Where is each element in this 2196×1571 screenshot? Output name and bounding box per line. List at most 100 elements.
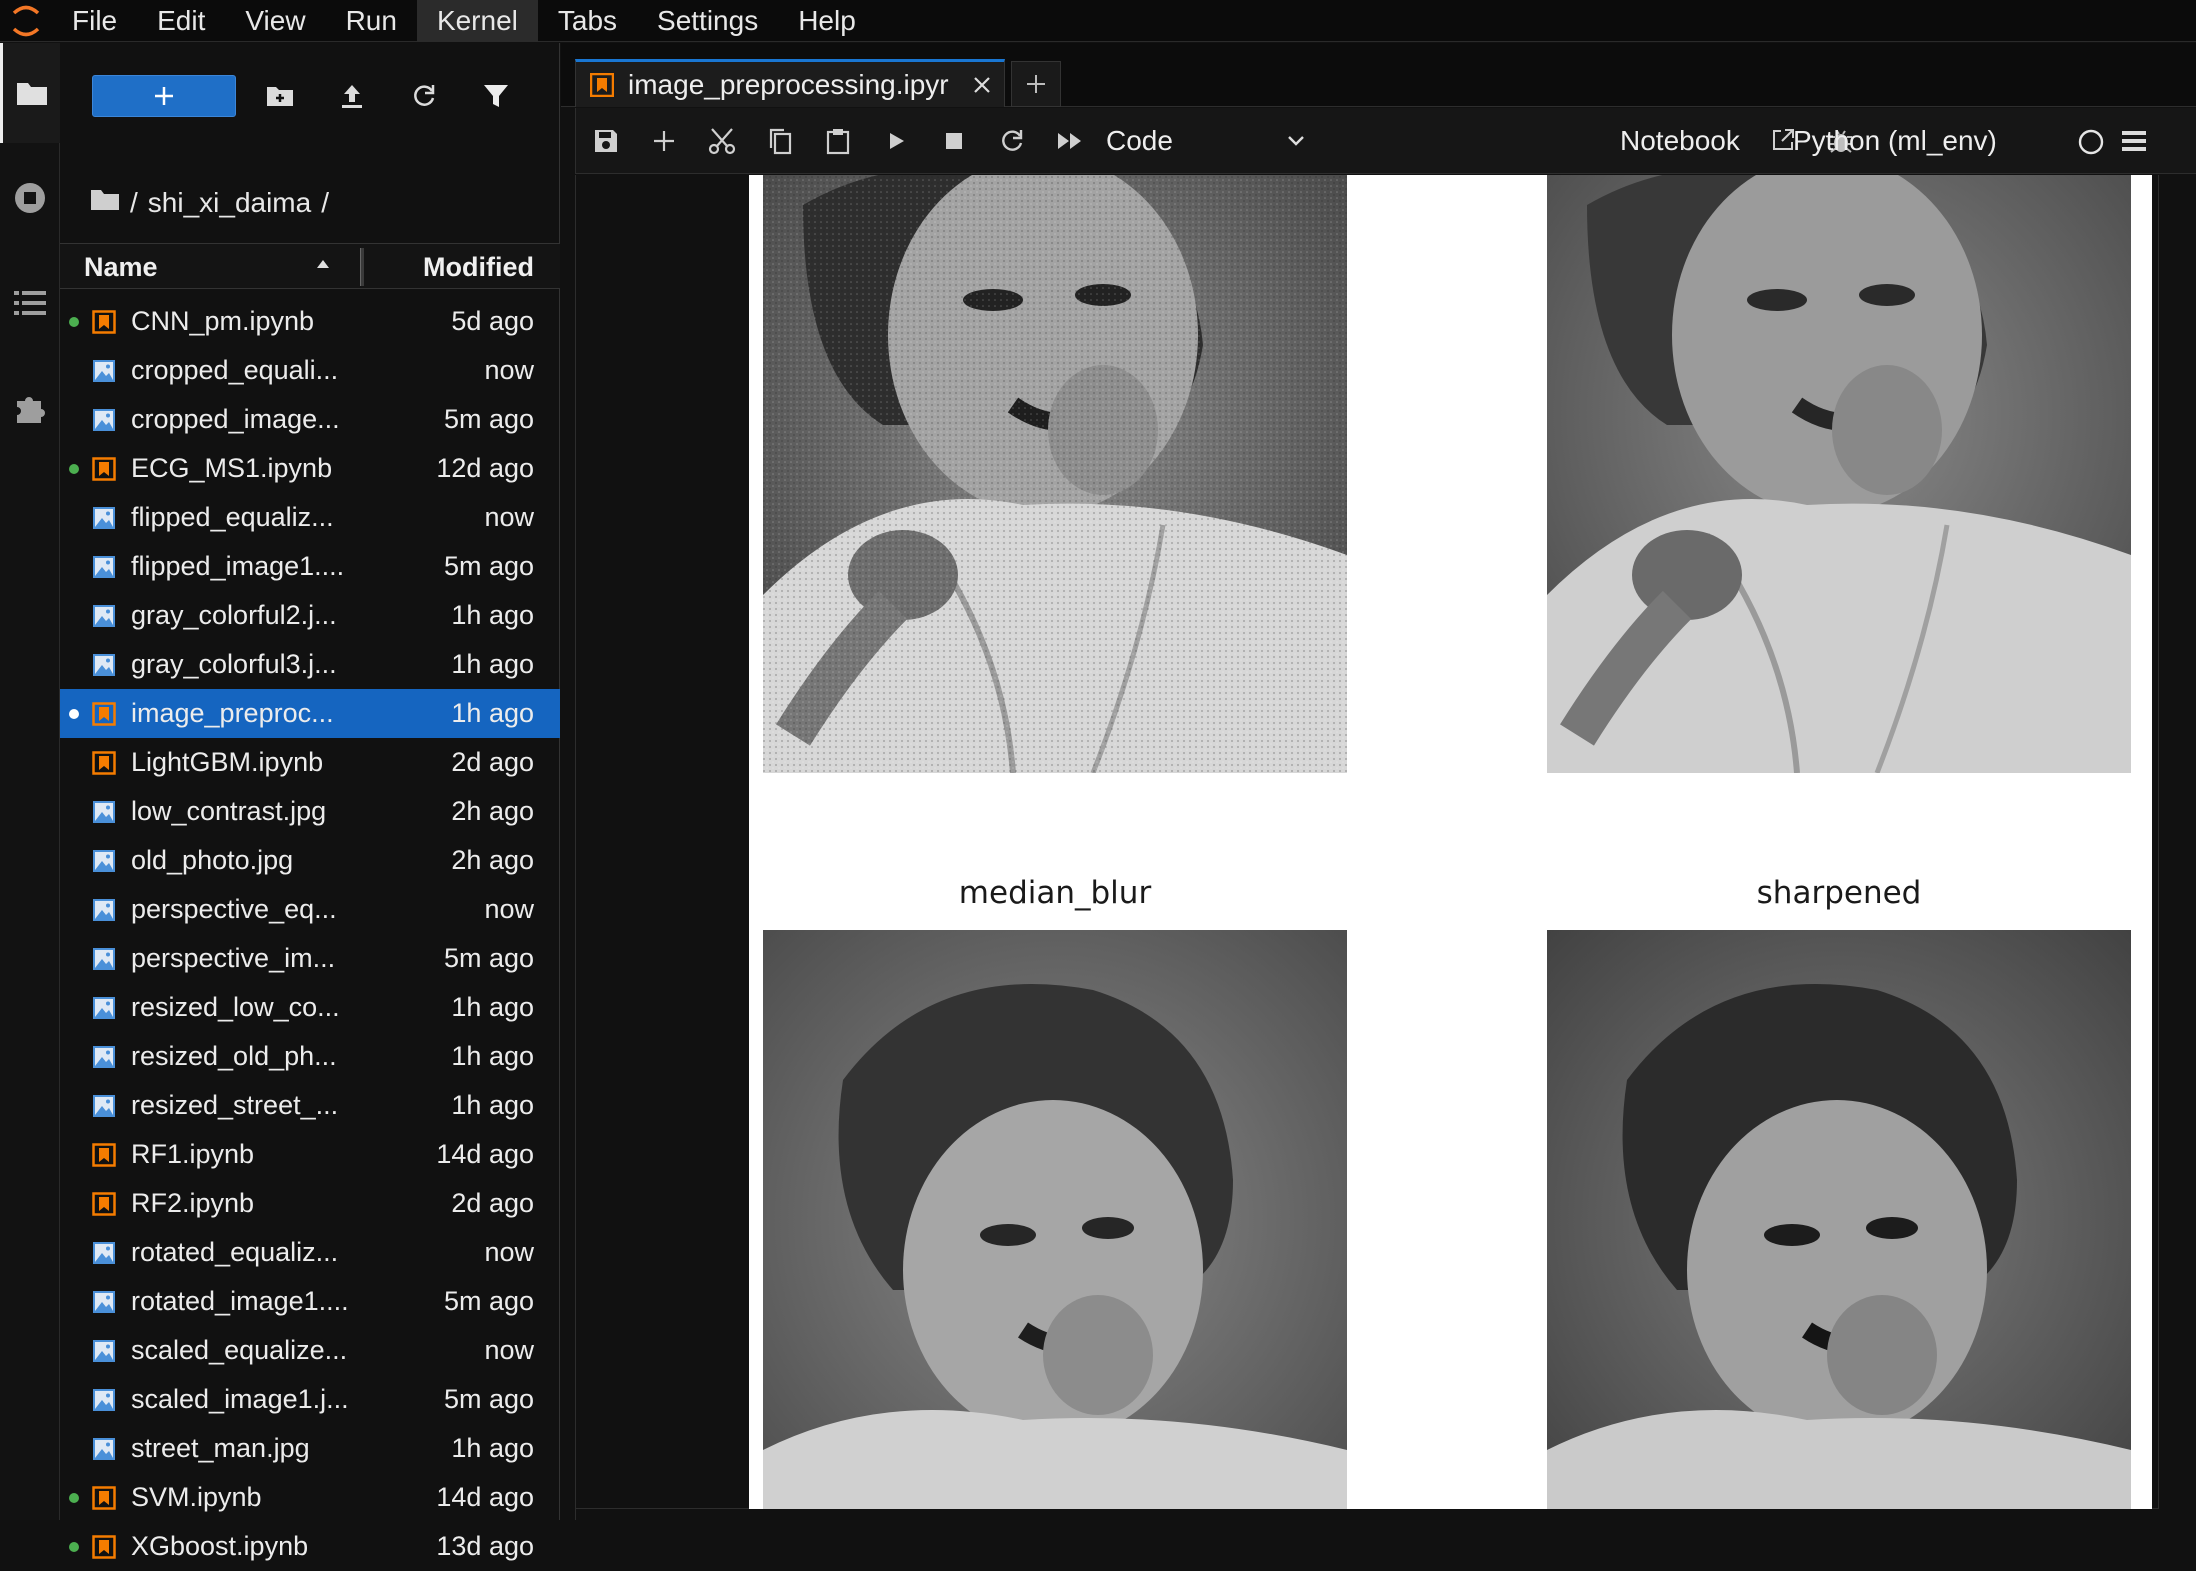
file-name: perspective_eq...: [131, 894, 337, 924]
file-modified: 1h ago: [451, 600, 534, 630]
file-row[interactable]: scaled_equalize... now: [60, 1326, 560, 1375]
file-row[interactable]: gray_colorful2.j... 1h ago: [60, 591, 560, 640]
new-launcher-button[interactable]: [92, 75, 236, 117]
file-row[interactable]: old_photo.jpg 2h ago: [60, 836, 560, 885]
restart-button[interactable]: [992, 121, 1032, 161]
column-header-modified[interactable]: Modified: [423, 244, 534, 290]
output-image-sharpened: [1547, 930, 2131, 1509]
file-row[interactable]: street_man.jpg 1h ago: [60, 1424, 560, 1473]
breadcrumb-folder[interactable]: shi_xi_daima: [148, 187, 311, 219]
close-icon[interactable]: [972, 75, 992, 95]
toc-icon[interactable]: [0, 253, 60, 353]
menu-run[interactable]: Run: [326, 0, 417, 42]
file-row[interactable]: perspective_eq... now: [60, 885, 560, 934]
file-row[interactable]: rotated_equaliz... now: [60, 1228, 560, 1277]
column-header-name[interactable]: Name: [84, 244, 158, 290]
menu-help[interactable]: Help: [778, 0, 876, 42]
notebook-file-icon: [92, 457, 116, 481]
image-file-icon: [93, 1095, 115, 1117]
image-file-icon: [93, 556, 115, 578]
menu-file[interactable]: File: [52, 0, 137, 42]
file-row[interactable]: ECG_MS1.ipynb 12d ago: [60, 444, 560, 493]
copy-button[interactable]: [760, 121, 800, 161]
menu-tabs[interactable]: Tabs: [538, 0, 637, 42]
cut-icon: [708, 128, 736, 155]
save-button[interactable]: [586, 121, 626, 161]
file-browser: / shi_xi_daima / Name Modified CNN_pm.ip…: [60, 43, 560, 1561]
file-row[interactable]: RF1.ipynb 14d ago: [60, 1130, 560, 1179]
upload-button[interactable]: [330, 75, 374, 117]
column-resize-handle[interactable]: [360, 248, 364, 286]
file-name: scaled_image1.j...: [131, 1384, 349, 1414]
kernel-name[interactable]: Python (ml_env): [1793, 108, 1997, 174]
file-row[interactable]: rotated_image1.... 5m ago: [60, 1277, 560, 1326]
image-file-icon: [93, 409, 115, 431]
file-row[interactable]: low_contrast.jpg 2h ago: [60, 787, 560, 836]
file-modified: 2d ago: [451, 1188, 534, 1218]
file-row[interactable]: resized_low_co... 1h ago: [60, 983, 560, 1032]
plot-title-sharpened: sharpened: [1756, 875, 1922, 911]
file-row[interactable]: cropped_image... 5m ago: [60, 395, 560, 444]
file-name: resized_old_ph...: [131, 1041, 337, 1071]
notebook-content: median_blur sharpened: [575, 175, 2196, 1520]
output-figure: median_blur sharpened: [749, 175, 2152, 1509]
open-in-notebook-link[interactable]: Notebook: [1620, 108, 1740, 174]
file-row[interactable]: RF2.ipynb 2d ago: [60, 1179, 560, 1228]
insert-cell-button[interactable]: [644, 121, 684, 161]
running-indicator-icon: [69, 709, 79, 719]
output-image-top-left: [763, 175, 1347, 773]
activity-bar: [0, 43, 60, 1520]
file-row[interactable]: flipped_image1.... 5m ago: [60, 542, 560, 591]
file-modified: 13d ago: [436, 1531, 534, 1561]
file-modified: 1h ago: [451, 992, 534, 1022]
paste-button[interactable]: [818, 121, 858, 161]
document-tab-bar: image_preprocessing.ipyr: [561, 43, 2196, 107]
extension-icon[interactable]: [0, 358, 60, 458]
jupyter-logo-icon[interactable]: [0, 0, 52, 42]
menu-view[interactable]: View: [225, 0, 325, 42]
notebook-file-icon: [92, 1535, 116, 1559]
file-row[interactable]: cropped_equali... now: [60, 346, 560, 395]
file-modified: 14d ago: [436, 1482, 534, 1512]
home-folder-icon[interactable]: [90, 187, 120, 219]
file-row[interactable]: gray_colorful3.j... 1h ago: [60, 640, 560, 689]
cut-button[interactable]: [702, 121, 742, 161]
folder-icon[interactable]: [0, 43, 60, 143]
file-row[interactable]: flipped_equaliz... now: [60, 493, 560, 542]
file-modified: now: [484, 1237, 534, 1267]
menu-kernel[interactable]: Kernel: [416, 0, 538, 42]
interrupt-button[interactable]: [934, 121, 974, 161]
refresh-button[interactable]: [402, 75, 446, 117]
file-row[interactable]: resized_old_ph... 1h ago: [60, 1032, 560, 1081]
file-row[interactable]: resized_street_... 1h ago: [60, 1081, 560, 1130]
filter-button[interactable]: [474, 75, 518, 117]
file-row[interactable]: perspective_im... 5m ago: [60, 934, 560, 983]
file-name: rotated_image1....: [131, 1286, 349, 1316]
run-button[interactable]: [876, 121, 916, 161]
plus-icon: [1027, 75, 1045, 93]
file-row[interactable]: image_preproc... 1h ago: [60, 689, 560, 738]
filter-icon: [484, 85, 508, 107]
running-icon[interactable]: [0, 148, 60, 248]
file-browser-toolbar: [60, 43, 560, 147]
menu-icon[interactable]: [2121, 129, 2147, 153]
file-modified: 1h ago: [451, 1090, 534, 1120]
file-row[interactable]: CNN_pm.ipynb 5d ago: [60, 297, 560, 346]
external-link-icon[interactable]: [1771, 128, 1795, 152]
cell-type-dropdown[interactable]: Code: [1106, 118, 1306, 164]
file-row[interactable]: LightGBM.ipynb 2d ago: [60, 738, 560, 787]
file-name: LightGBM.ipynb: [131, 747, 324, 777]
file-name: cropped_equali...: [131, 355, 339, 385]
tab-image-preprocessing[interactable]: image_preprocessing.ipyr: [575, 59, 1005, 107]
file-row[interactable]: XGboost.ipynb 13d ago: [60, 1522, 560, 1571]
image-file-icon: [93, 801, 115, 823]
menu-settings[interactable]: Settings: [637, 0, 778, 42]
menu-edit[interactable]: Edit: [137, 0, 225, 42]
new-folder-button[interactable]: [258, 75, 302, 117]
restart-run-all-button[interactable]: [1050, 121, 1090, 161]
breadcrumb-root[interactable]: /: [130, 187, 138, 219]
menu-bar: File Edit View Run Kernel Tabs Settings Help: [0, 0, 2196, 42]
file-row[interactable]: SVM.ipynb 14d ago: [60, 1473, 560, 1522]
file-row[interactable]: scaled_image1.j... 5m ago: [60, 1375, 560, 1424]
new-tab-button[interactable]: [1011, 61, 1061, 107]
